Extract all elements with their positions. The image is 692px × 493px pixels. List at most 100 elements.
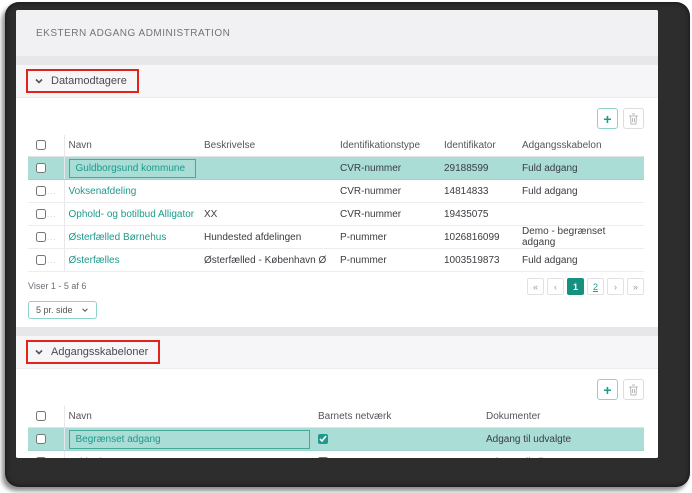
column-header-dokumenter[interactable]: Dokumenter <box>482 406 644 428</box>
cell-adgangsskabelon: Demo - begrænset adgang <box>518 225 644 249</box>
chevron-down-icon[interactable] <box>34 76 44 86</box>
section-header-adgangsskabeloner: Adgangsskabeloner <box>16 336 658 369</box>
column-header-adgangsskabelon[interactable]: Adgangsskabelon <box>518 135 644 157</box>
column-header-beskrivelse[interactable]: Beskrivelse <box>200 135 336 157</box>
screenshot-stage: EKSTERN ADGANG ADMINISTRATION Datamodtag… <box>0 0 692 493</box>
pagination-page-2[interactable]: 2 <box>587 278 604 295</box>
cell-adgangsskabelon: Fuld adgang <box>518 156 644 180</box>
template-name-link[interactable]: Begrænset adgang <box>76 434 161 445</box>
plus-icon: + <box>603 110 612 127</box>
datamodtagere-table: Navn Beskrivelse Identifikationstype Ide… <box>28 135 644 272</box>
row-checkbox[interactable] <box>36 254 46 265</box>
table-row[interactable]: ... Voksenafdeling CVR-nummer 14814833 F… <box>28 179 644 203</box>
cell-identifikationstype: P-nummer <box>336 225 440 249</box>
column-header-barnets-netvaerk[interactable]: Barnets netværk <box>314 406 482 428</box>
column-header-navn[interactable]: Navn <box>64 406 314 428</box>
cell-beskrivelse: Hundested afdelingen <box>200 225 336 249</box>
cell-adgangsskabelon: Fuld adgang <box>518 248 644 272</box>
row-checkbox[interactable] <box>36 162 46 173</box>
cell-identifikationstype: CVR-nummer <box>336 156 440 180</box>
table-header-row: Navn Barnets netværk Dokumenter <box>28 406 644 428</box>
pagination: « ‹ 1 2 › » <box>527 278 644 295</box>
cell-dokumenter: Adgang til udvalgte <box>482 427 644 451</box>
table-row[interactable]: ... Guldborgsund kommune CVR-nummer 2918… <box>28 156 644 180</box>
row-checkbox[interactable] <box>36 208 46 219</box>
row-dots: ... <box>47 255 57 265</box>
cell-identifikator: 1003519873 <box>440 248 518 272</box>
cell-beskrivelse <box>200 156 336 180</box>
table-row[interactable]: ... Begrænset adgang Adgang til udvalgte <box>28 427 644 451</box>
page-size-select[interactable]: 5 pr. side <box>28 301 97 319</box>
adgangsskabeloner-toolbar: + <box>28 375 644 406</box>
page-title: EKSTERN ADGANG ADMINISTRATION <box>36 27 231 39</box>
cell-identifikator: 14814833 <box>440 179 518 203</box>
delete-button[interactable] <box>623 108 644 129</box>
pagination-prev-button[interactable]: ‹ <box>547 278 564 295</box>
row-dots: ... <box>47 458 57 459</box>
add-button[interactable]: + <box>597 108 618 129</box>
table-row[interactable]: ... Østerfælled Børnehus Hundested afdel… <box>28 225 644 249</box>
trash-icon <box>629 384 638 395</box>
row-checkbox[interactable] <box>36 231 46 242</box>
datamodtagere-content: + Navn Beskrivelse Identifikationstype I… <box>16 98 658 327</box>
row-dots: ... <box>47 163 57 173</box>
cell-identifikator: 1026816099 <box>440 225 518 249</box>
recipient-name-link[interactable]: Østerfælles <box>69 255 120 266</box>
cell-identifikator: 19435075 <box>440 202 518 226</box>
barnets-netvaerk-checkbox[interactable] <box>318 433 328 444</box>
pagination-last-button[interactable]: » <box>627 278 644 295</box>
add-button[interactable]: + <box>597 379 618 400</box>
column-header-navn[interactable]: Navn <box>64 135 200 157</box>
recipient-name-link[interactable]: Østerfælled Børnehus <box>69 232 167 243</box>
row-dots: ... <box>47 209 57 219</box>
section-title-datamodtagere[interactable]: Datamodtagere <box>51 75 127 87</box>
pagination-first-button[interactable]: « <box>527 278 544 295</box>
barnets-netvaerk-checkbox[interactable] <box>318 456 328 458</box>
table-row[interactable]: ... Ophold- og botilbud Alligator XX CVR… <box>28 202 644 226</box>
adgangsskabeloner-table: Navn Barnets netværk Dokumenter ... Begr… <box>28 406 644 458</box>
divider-strip <box>16 327 658 336</box>
cell-adgangsskabelon: Fuld adgang <box>518 179 644 203</box>
row-dots: ... <box>47 232 57 242</box>
cell-identifikationstype: CVR-nummer <box>336 202 440 226</box>
recipient-name-link[interactable]: Voksenafdeling <box>69 186 137 197</box>
datamodtagere-toolbar: + <box>28 104 644 135</box>
recipient-name-link[interactable]: Guldborgsund kommune <box>76 163 186 174</box>
chevron-down-icon <box>81 308 88 312</box>
row-dots: ... <box>47 186 57 196</box>
row-checkbox[interactable] <box>36 456 46 458</box>
datamodtagere-footer: Viser 1 - 5 af 6 « ‹ 1 2 › » <box>28 272 644 297</box>
cell-dokumenter: Adgang til alle <box>482 450 644 458</box>
app-header: EKSTERN ADGANG ADMINISTRATION <box>16 10 658 56</box>
delete-button[interactable] <box>623 379 644 400</box>
cell-beskrivelse: XX <box>200 202 336 226</box>
pagination-next-button[interactable]: › <box>607 278 624 295</box>
trash-icon <box>629 113 638 124</box>
select-all-checkbox[interactable] <box>36 411 46 422</box>
divider-strip <box>16 56 658 65</box>
table-row[interactable]: ... Østerfælles Østerfælled - København … <box>28 248 644 272</box>
cell-identifikationstype: P-nummer <box>336 248 440 272</box>
select-all-checkbox[interactable] <box>36 140 46 151</box>
cell-beskrivelse <box>200 179 336 203</box>
column-header-identifikator[interactable]: Identifikator <box>440 135 518 157</box>
page-size-value: 5 pr. side <box>36 305 73 315</box>
cell-adgangsskabelon <box>518 202 644 226</box>
showing-label: Viser 1 - 5 af 6 <box>28 281 87 291</box>
table-row[interactable]: ... Fuld adgang Adgang til alle <box>28 450 644 459</box>
section-title-adgangsskabeloner[interactable]: Adgangsskabeloner <box>51 346 148 358</box>
pagination-page-1[interactable]: 1 <box>567 278 584 295</box>
recipient-name-link[interactable]: Ophold- og botilbud Alligator <box>69 209 195 220</box>
cell-beskrivelse: Østerfælled - København Ø <box>200 248 336 272</box>
column-header-identifikationstype[interactable]: Identifikationstype <box>336 135 440 157</box>
row-dots: ... <box>47 434 57 444</box>
row-checkbox[interactable] <box>36 185 46 196</box>
cell-identifikationstype: CVR-nummer <box>336 179 440 203</box>
annotation-box-datamodtagere: Datamodtagere <box>26 69 139 93</box>
chevron-down-icon[interactable] <box>34 347 44 357</box>
app-page: EKSTERN ADGANG ADMINISTRATION Datamodtag… <box>16 10 658 458</box>
section-header-datamodtagere: Datamodtagere <box>16 65 658 98</box>
annotation-box-adgangsskabeloner: Adgangsskabeloner <box>26 340 161 364</box>
template-name-link[interactable]: Fuld adgang <box>69 457 125 459</box>
row-checkbox[interactable] <box>36 433 46 444</box>
